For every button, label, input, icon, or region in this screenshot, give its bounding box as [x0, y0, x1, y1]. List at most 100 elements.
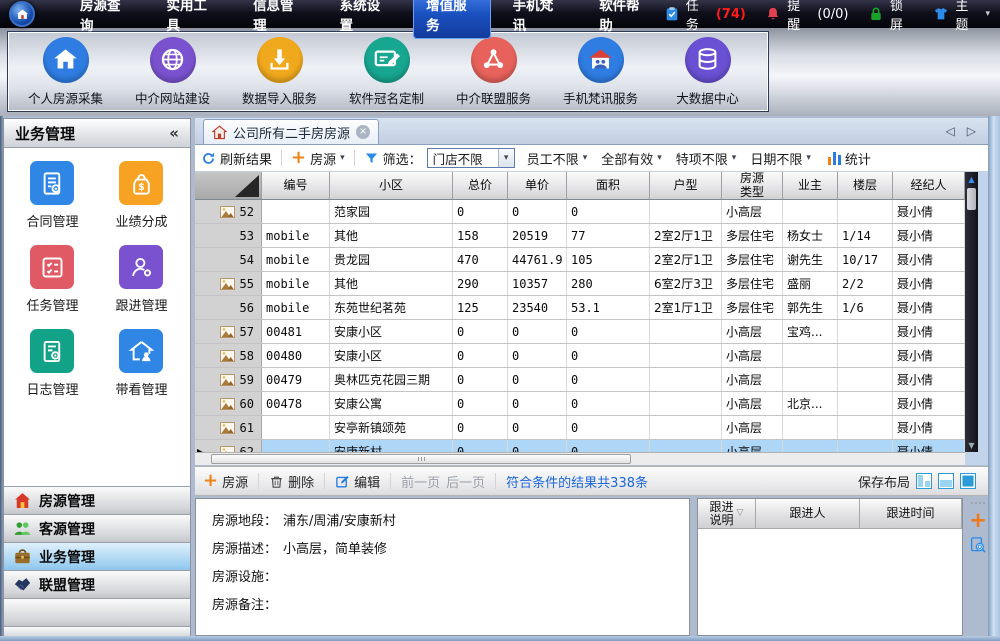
- horizontal-scrollbar[interactable]: [195, 452, 965, 465]
- vertical-scrollbar[interactable]: ▲ ▼: [965, 172, 978, 452]
- module-button[interactable]: 合同管理: [26, 161, 78, 230]
- search-followup-button[interactable]: [969, 536, 987, 554]
- ribbon-button[interactable]: 中介网站建设: [119, 37, 226, 107]
- table-row[interactable]: 55mobile其他290103572806室2厅3卫多层住宅盛丽2/2聂小倩: [195, 272, 965, 296]
- scroll-down-icon[interactable]: ▼: [968, 441, 974, 450]
- followup-column-header[interactable]: 跟进时间: [860, 499, 962, 528]
- column-header[interactable]: 户型: [650, 172, 722, 200]
- ribbon-button[interactable]: 个人房源采集: [12, 37, 119, 107]
- ribbon-button[interactable]: 中介联盟服务: [440, 37, 547, 107]
- ribbon-button[interactable]: 数据导入服务: [226, 37, 333, 107]
- layout-split-button[interactable]: [938, 473, 954, 489]
- column-header[interactable]: 面积: [567, 172, 650, 200]
- row-selector-cell: 58: [195, 344, 262, 367]
- app-logo-icon[interactable]: [9, 1, 35, 27]
- sidebar-accordion-item[interactable]: 联盟管理: [4, 570, 190, 598]
- add-house-button[interactable]: + 房源 ▾: [291, 149, 345, 168]
- module-button-label: 业绩分成: [115, 211, 167, 230]
- table-row[interactable]: 6000478安康公寓000小高层北京...聂小倩: [195, 392, 965, 416]
- remind-label[interactable]: 提醒: [787, 0, 811, 33]
- table-row[interactable]: ▶62安康新村000小高层聂小倩: [195, 440, 965, 452]
- table-row[interactable]: 5700481安康小区000小高层宝鸡...聂小倩: [195, 320, 965, 344]
- lock-label[interactable]: 锁屏: [890, 0, 914, 33]
- column-header[interactable]: 经纪人: [893, 172, 965, 200]
- refresh-button[interactable]: 刷新结果: [201, 149, 272, 168]
- menu-item[interactable]: 增值服务: [413, 0, 491, 39]
- table-row[interactable]: 53mobile其他15820519772室2厅1卫多层住宅杨女士1/14聂小倩: [195, 224, 965, 248]
- table-cell: 0: [453, 344, 508, 367]
- module-button[interactable]: $业绩分成: [115, 161, 167, 230]
- ribbon-button[interactable]: 大数据中心: [654, 37, 761, 107]
- drag-handle[interactable]: [971, 502, 985, 504]
- detail-field: 房源设施：: [212, 569, 673, 587]
- module-button[interactable]: 任务管理: [26, 245, 78, 314]
- column-header[interactable]: 楼层: [838, 172, 893, 200]
- filter-dropdown[interactable]: 员工不限▾: [520, 149, 595, 168]
- layout-full-button[interactable]: [960, 473, 976, 489]
- menu-item[interactable]: 手机梵讯: [500, 0, 578, 39]
- column-header[interactable]: 业主: [783, 172, 838, 200]
- module-button[interactable]: 日志管理: [26, 329, 78, 398]
- menu-item[interactable]: 房源查询: [67, 0, 145, 39]
- table-row[interactable]: 52范家园000小高层聂小倩: [195, 200, 965, 224]
- menu-item[interactable]: 信息管理: [240, 0, 318, 39]
- table-row[interactable]: 5900479奥林匹克花园三期000小高层聂小倩: [195, 368, 965, 392]
- chevron-down-icon[interactable]: ▾: [498, 149, 514, 167]
- table-row[interactable]: 56mobile东苑世纪茗苑1252354053.12室1厅1卫多层住宅郭先生1…: [195, 296, 965, 320]
- stats-button[interactable]: 统计: [823, 149, 871, 168]
- layout-sidebar-button[interactable]: [916, 473, 932, 489]
- sidebar-accordion-item[interactable]: 业务管理: [4, 542, 190, 570]
- filter-dropdown[interactable]: 全部有效▾: [594, 149, 669, 168]
- tab-prev-icon[interactable]: ◁: [946, 124, 955, 138]
- menu-item[interactable]: 系统设置: [327, 0, 405, 39]
- table-cell: 2室2厅1卫: [650, 248, 722, 271]
- prev-page-button[interactable]: 前一页: [401, 472, 440, 491]
- table-cell: 6室2厅3卫: [650, 272, 722, 295]
- menu-item[interactable]: 实用工具: [154, 0, 232, 39]
- followup-column-header[interactable]: 跟进人: [756, 499, 860, 528]
- table-cell: 105: [567, 248, 650, 271]
- sidebar-title: 业务管理: [15, 123, 75, 144]
- scrollbar-thumb[interactable]: [967, 188, 976, 210]
- tab-company-houses[interactable]: 公司所有二手房房源 ×: [203, 119, 379, 144]
- table-row[interactable]: 54mobile贵龙园47044761.91052室2厅1卫多层住宅谢先生10/…: [195, 248, 965, 272]
- add-house-button[interactable]: + 房源: [203, 472, 248, 491]
- collapse-icon[interactable]: «: [169, 124, 179, 142]
- shirt-icon: [933, 6, 949, 22]
- scrollbar-thumb[interactable]: [211, 454, 631, 464]
- store-filter-combobox[interactable]: 门店不限 ▾: [427, 148, 515, 168]
- detail-field-value: 小高层，简单装修: [283, 541, 387, 559]
- column-header[interactable]: 小区: [330, 172, 453, 200]
- table-cell: [262, 200, 330, 223]
- menu-item[interactable]: 软件帮助: [586, 0, 664, 39]
- edit-button[interactable]: 编辑: [335, 472, 380, 491]
- ribbon-button[interactable]: 手机梵讯服务: [547, 37, 654, 107]
- column-header[interactable]: 总价: [453, 172, 508, 200]
- tab-next-icon[interactable]: ▷: [967, 124, 976, 138]
- module-button[interactable]: 带看管理: [115, 329, 167, 398]
- filter-dropdown[interactable]: 特项不限▾: [669, 149, 744, 168]
- close-icon[interactable]: ×: [356, 125, 370, 139]
- column-header[interactable]: 编号: [262, 172, 330, 200]
- add-followup-button[interactable]: +: [969, 511, 987, 529]
- table-row[interactable]: 5800480安康小区000小高层聂小倩: [195, 344, 965, 368]
- database-icon: [694, 46, 721, 73]
- filter-dropdown-value: 日期不限: [750, 149, 802, 168]
- task-label[interactable]: 任务: [686, 0, 710, 33]
- sidebar-accordion-item[interactable]: 房源管理: [4, 486, 190, 514]
- chevron-down-icon[interactable]: ▾: [985, 9, 990, 19]
- filter-dropdown[interactable]: 日期不限▾: [743, 149, 818, 168]
- theme-label[interactable]: 主题: [955, 0, 979, 33]
- column-header[interactable]: 房源类型: [722, 172, 783, 200]
- ribbon-button[interactable]: 软件冠名定制: [333, 37, 440, 107]
- scroll-up-icon[interactable]: ▲: [968, 175, 974, 184]
- sidebar-accordion-item[interactable]: 客源管理: [4, 514, 190, 542]
- column-header-selector[interactable]: [195, 172, 262, 200]
- module-button[interactable]: 跟进管理: [115, 245, 167, 314]
- column-header[interactable]: 单价: [508, 172, 567, 200]
- table-row[interactable]: 61安亭新镇颂苑000小高层聂小倩: [195, 416, 965, 440]
- tabbar: 公司所有二手房房源 × ◁ ▷: [195, 118, 988, 145]
- next-page-button[interactable]: 后一页: [446, 472, 485, 491]
- delete-button[interactable]: 删除: [269, 472, 314, 491]
- followup-column-header[interactable]: 跟进说明▽: [698, 499, 756, 528]
